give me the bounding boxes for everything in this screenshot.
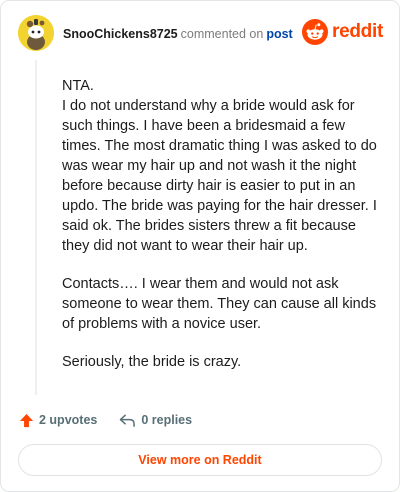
username-link[interactable]: SnooChickens8725 [63, 27, 178, 41]
user-avatar[interactable] [18, 15, 54, 51]
reply-arrow-icon [120, 414, 136, 427]
commented-on-text: commented on [180, 27, 264, 41]
snoo-avatar-icon [18, 15, 54, 51]
comment-paragraph: Seriously, the bride is crazy. [62, 354, 242, 370]
comment-actions: 2 upvotes 0 replies [19, 410, 192, 430]
upvote-count: 2 upvotes [39, 413, 98, 427]
reddit-wordmark: reddit [332, 21, 383, 42]
thread-line [35, 60, 37, 395]
post-link[interactable]: post [266, 27, 292, 41]
comment-embed-card: SnooChickens8725 commented on post reddit … [0, 0, 400, 492]
reply-button[interactable]: 0 replies [119, 413, 192, 428]
comment-header: SnooChickens8725 commented on post reddit [18, 15, 385, 55]
comment-meta: SnooChickens8725 commented on post [63, 26, 293, 42]
reddit-snoo-icon [302, 19, 329, 45]
reddit-logo[interactable]: reddit [302, 18, 383, 46]
comment-paragraph: Contacts…. I wear them and would not ask… [62, 276, 377, 332]
comment-body: NTA. I do not understand why a bride wou… [62, 76, 382, 390]
comment-paragraph: I do not understand why a bride would as… [62, 98, 377, 254]
comment-paragraph: NTA. [62, 78, 94, 94]
upvote-button[interactable]: 2 upvotes [19, 413, 97, 428]
view-more-button[interactable]: View more on Reddit [18, 444, 382, 476]
upvote-arrow-icon [19, 413, 34, 427]
reply-count: 0 replies [141, 413, 193, 427]
